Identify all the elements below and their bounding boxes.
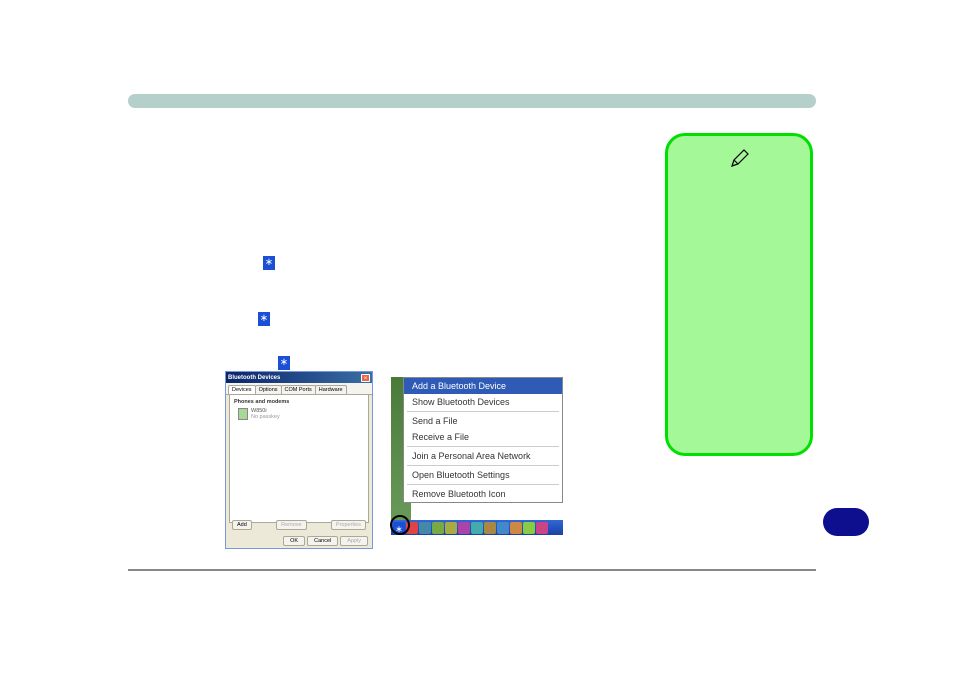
tray-icon[interactable] bbox=[510, 522, 522, 534]
taskbar: ∗ bbox=[391, 520, 563, 535]
device-icon bbox=[238, 408, 248, 420]
menu-send-file[interactable]: Send a File bbox=[404, 413, 562, 429]
page-number-badge bbox=[823, 508, 869, 536]
note-box bbox=[665, 133, 813, 456]
menu-separator bbox=[407, 484, 559, 485]
bluetooth-icon: ∗ bbox=[263, 254, 275, 272]
pen-icon bbox=[730, 148, 750, 168]
menu-add-device[interactable]: Add a Bluetooth Device bbox=[404, 378, 562, 394]
tray-icon[interactable] bbox=[523, 522, 535, 534]
menu-receive-file[interactable]: Receive a File bbox=[404, 429, 562, 445]
dialog-action-buttons: Add Remove Properties bbox=[232, 520, 366, 530]
bluetooth-context-menu-area: Add a Bluetooth Device Show Bluetooth De… bbox=[391, 377, 563, 535]
apply-button[interactable]: Apply bbox=[340, 536, 368, 546]
menu-remove-icon[interactable]: Remove Bluetooth Icon bbox=[404, 486, 562, 502]
device-section-label: Phones and modems bbox=[234, 399, 364, 405]
bluetooth-context-menu: Add a Bluetooth Device Show Bluetooth De… bbox=[403, 377, 563, 503]
menu-separator bbox=[407, 411, 559, 412]
menu-separator bbox=[407, 465, 559, 466]
tray-icon[interactable] bbox=[445, 522, 457, 534]
tab-hardware[interactable]: Hardware bbox=[315, 385, 347, 394]
device-sub: No passkey bbox=[251, 414, 280, 420]
dialog-tabs: Devices Options COM Ports Hardware bbox=[226, 383, 372, 395]
tab-options[interactable]: Options bbox=[255, 385, 282, 394]
tray-icon[interactable] bbox=[458, 522, 470, 534]
tray-icon[interactable] bbox=[536, 522, 548, 534]
close-icon[interactable]: × bbox=[361, 374, 370, 382]
footer-divider bbox=[128, 569, 816, 571]
dialog-body: Phones and modems W850i No passkey bbox=[229, 395, 369, 523]
tray-icon[interactable] bbox=[471, 522, 483, 534]
header-bar bbox=[128, 94, 816, 108]
tray-icon[interactable] bbox=[484, 522, 496, 534]
add-button[interactable]: Add bbox=[232, 520, 252, 530]
bluetooth-icon: ∗ bbox=[278, 354, 290, 372]
highlight-circle bbox=[390, 515, 410, 535]
dialog-titlebar: Bluetooth Devices × bbox=[226, 372, 372, 383]
cancel-button[interactable]: Cancel bbox=[307, 536, 338, 546]
properties-button[interactable]: Properties bbox=[331, 520, 366, 530]
ok-button[interactable]: OK bbox=[283, 536, 305, 546]
tray-icon[interactable] bbox=[497, 522, 509, 534]
dialog-title: Bluetooth Devices bbox=[228, 375, 280, 381]
remove-button[interactable]: Remove bbox=[276, 520, 306, 530]
dialog-footer: OK Cancel Apply bbox=[283, 536, 368, 546]
bluetooth-devices-dialog: Bluetooth Devices × Devices Options COM … bbox=[225, 371, 373, 549]
bluetooth-icon: ∗ bbox=[258, 310, 270, 328]
menu-separator bbox=[407, 446, 559, 447]
tray-icon[interactable] bbox=[432, 522, 444, 534]
menu-show-devices[interactable]: Show Bluetooth Devices bbox=[404, 394, 562, 410]
menu-join-pan[interactable]: Join a Personal Area Network bbox=[404, 448, 562, 464]
tab-devices[interactable]: Devices bbox=[228, 385, 256, 394]
menu-open-settings[interactable]: Open Bluetooth Settings bbox=[404, 467, 562, 483]
device-item[interactable]: W850i No passkey bbox=[234, 408, 364, 420]
tray-icon[interactable] bbox=[419, 522, 431, 534]
tab-com-ports[interactable]: COM Ports bbox=[281, 385, 316, 394]
